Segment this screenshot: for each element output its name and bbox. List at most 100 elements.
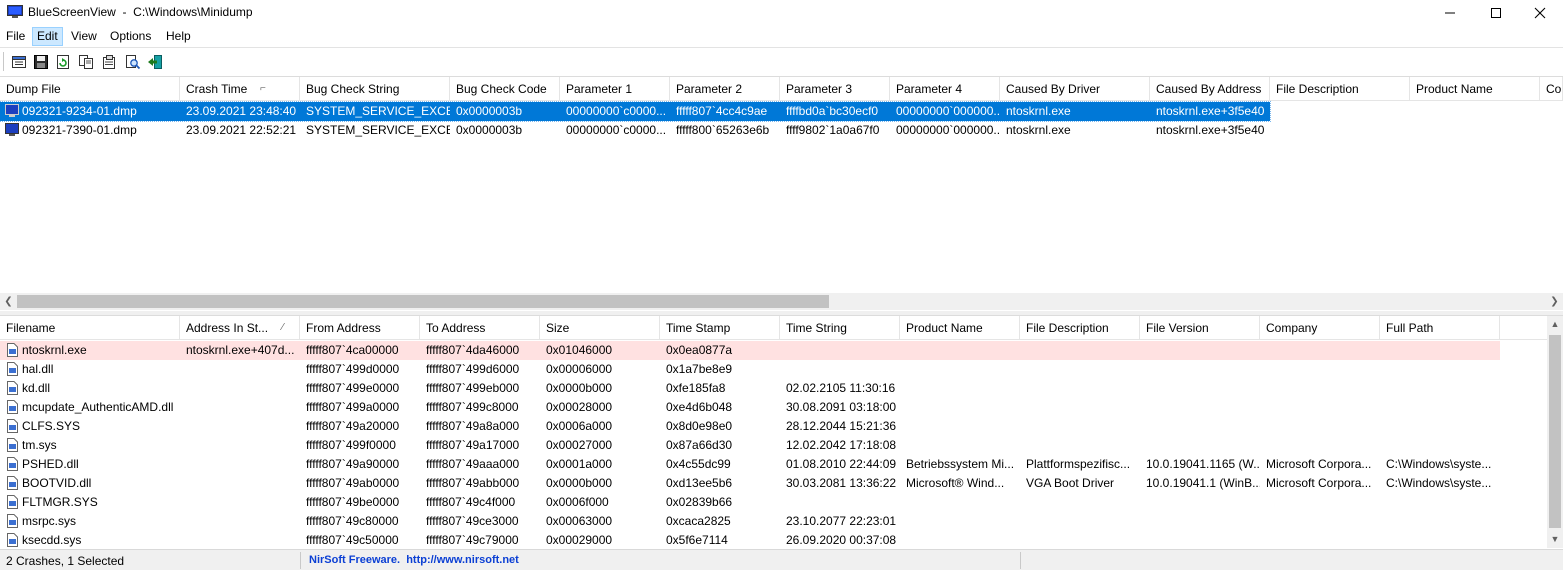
toolbar [0,47,1563,75]
cell-filename: ntoskrnl.exe [22,343,87,357]
column-header[interactable]: Product Name [1410,77,1540,101]
cell-company: Microsoft Corpora... [1266,457,1372,471]
column-header[interactable]: Parameter 1 [560,77,670,101]
driver-row[interactable]: hal.dll fffff807`499d0000 fffff807`499d600… [0,360,1500,379]
driver-list[interactable]: Filename Address In St... ⁄ From Address… [0,316,1548,548]
cell-caused-by-driver: ntoskrnl.exe [1006,123,1071,137]
cell-time-string [780,341,900,360]
minimize-button[interactable] [1427,0,1473,26]
menu-file[interactable]: File [2,27,29,46]
column-header[interactable]: Parameter 2 [670,77,780,101]
scroll-right-icon[interactable]: ❯ [1546,293,1563,310]
driver-row[interactable]: tm.sys fffff807`499f0000 fffff807`49a17000… [0,436,1500,455]
column-header[interactable]: Bug Check String [300,77,450,101]
cell-parameter-4: 00000000`000000... [896,123,1000,137]
cell-to-address: fffff807`49c79000 [426,533,519,547]
driver-row[interactable]: kd.dll fffff807`499e0000 fffff807`499eb000… [0,379,1500,398]
cell-time-stamp: 0x1a7be8e9 [666,362,733,376]
save-icon[interactable] [31,52,51,72]
exit-icon[interactable] [145,52,165,72]
column-header[interactable]: Parameter 3 [780,77,890,101]
column-header[interactable]: File Version [1140,316,1260,340]
driver-row[interactable]: FLTMGR.SYS fffff807`49be0000 fffff807`49c4… [0,493,1500,512]
cell-product-name: Microsoft® Wind... [906,476,1005,490]
close-button[interactable] [1517,0,1563,26]
column-header[interactable]: Parameter 4 [890,77,1000,101]
cell-file-description [1020,531,1140,548]
column-header[interactable]: Co [1540,77,1563,101]
column-header[interactable]: Size [540,316,660,340]
cell-time-string: 01.08.2010 22:44:09 [786,457,897,471]
column-header[interactable]: From Address [300,316,420,340]
driver-row[interactable]: msrpc.sys fffff807`49c80000 fffff807`49ce3… [0,512,1500,531]
cell-caused-by-address: ntoskrnl.exe+3f5e40 [1156,104,1265,118]
driver-row[interactable]: ksecdd.sys fffff807`49c50000 fffff807`49c7… [0,531,1500,548]
refresh-icon[interactable] [53,52,73,72]
crash-row[interactable]: 092321-7390-01.dmp 23.09.2021 22:52:21 S… [0,121,1270,140]
cell-caused-by-driver: ntoskrnl.exe [1006,104,1071,118]
driver-row[interactable]: ntoskrnl.exe ntoskrnl.exe+407d... fffff807… [0,341,1500,360]
cell-time-string: 28.12.2044 15:21:36 [786,419,897,433]
column-header[interactable]: To Address [420,316,540,340]
column-header[interactable]: Filename [0,316,180,340]
driver-row[interactable]: BOOTVID.dll fffff807`49ab0000 fffff807`49a… [0,474,1500,493]
cell-time-stamp: 0xe4d6b048 [666,400,733,414]
cell-full-path [1380,360,1500,379]
column-header[interactable]: Caused By Address [1150,77,1270,101]
cell-product-name [900,531,1020,548]
cell-company [1260,493,1380,512]
cell-size: 0x01046000 [546,343,613,357]
column-header[interactable]: Company [1260,316,1380,340]
driver-list-vertical-scrollbar[interactable]: ▲ ▼ [1547,316,1563,548]
find-icon[interactable] [123,52,143,72]
menu-view[interactable]: View [67,27,101,46]
cell-product-name [900,398,1020,417]
column-header[interactable]: Time String [780,316,900,340]
scroll-left-icon[interactable]: ❮ [0,293,17,310]
properties-icon[interactable] [9,52,29,72]
column-header[interactable]: Crash Time [180,77,300,101]
maximize-button[interactable] [1473,0,1519,26]
nirsoft-link[interactable]: NirSoft Freeware. http://www.nirsoft.net [309,554,519,566]
cell-full-path [1380,531,1500,548]
scrollbar-thumb[interactable] [1549,335,1561,528]
cell-parameter-2: fffff800`65263e6b [676,123,770,137]
cell-filename: PSHED.dll [22,457,79,471]
cell-product-name: Betriebssystem Mi... [906,457,1015,471]
cell-file-description [1020,379,1140,398]
cell-filename: hal.dll [22,362,54,376]
cell-file-version [1140,531,1260,548]
column-header[interactable]: Bug Check Code [450,77,560,101]
cell-full-path: C:\Windows\syste... [1386,457,1492,471]
driver-row[interactable]: PSHED.dll fffff807`49a90000 fffff807`49aaa… [0,455,1500,474]
column-header[interactable]: Full Path [1380,316,1500,340]
crash-row[interactable]: 092321-9234-01.dmp 23.09.2021 23:48:40 S… [0,101,1271,122]
column-header[interactable]: Product Name [900,316,1020,340]
crash-list[interactable]: Dump File Crash Time ⌐ Bug Check String … [0,76,1563,312]
copy-icon[interactable] [76,52,96,72]
column-header[interactable]: Time Stamp [660,316,780,340]
cell-address-in-stack [180,493,300,512]
driver-row[interactable]: CLFS.SYS fffff807`49a20000 fffff807`49a8a0… [0,417,1500,436]
cell-parameter-3: ffffbd0a`bc30ecf0 [786,104,879,118]
scrollbar-thumb[interactable] [17,295,829,308]
cell-file-description: Plattformspezifisc... [1026,457,1131,471]
column-header[interactable]: Dump File [0,77,180,101]
html-report-icon[interactable] [99,52,119,72]
menu-help[interactable]: Help [162,27,195,46]
cell-size: 0x00029000 [546,533,613,547]
scroll-up-icon[interactable]: ▲ [1547,316,1563,333]
crash-list-horizontal-scrollbar[interactable]: ❮ ❯ [0,293,1563,310]
column-header[interactable]: Caused By Driver [1000,77,1150,101]
driver-row[interactable]: mcupdate_AuthenticAMD.dll fffff807`499a00… [0,398,1500,417]
menu-options[interactable]: Options [106,27,155,46]
menu-edit[interactable]: Edit [32,27,63,46]
column-header[interactable]: File Description [1020,316,1140,340]
scroll-down-icon[interactable]: ▼ [1547,531,1563,548]
cell-size: 0x0006a000 [546,419,613,433]
column-header[interactable]: File Description [1270,77,1410,101]
cell-from-address: fffff807`49a90000 [306,457,400,471]
cell-address-in-stack [180,436,300,455]
cell-time-stamp: 0xd13ee5b6 [666,476,733,490]
cell-address-in-stack [180,417,300,436]
